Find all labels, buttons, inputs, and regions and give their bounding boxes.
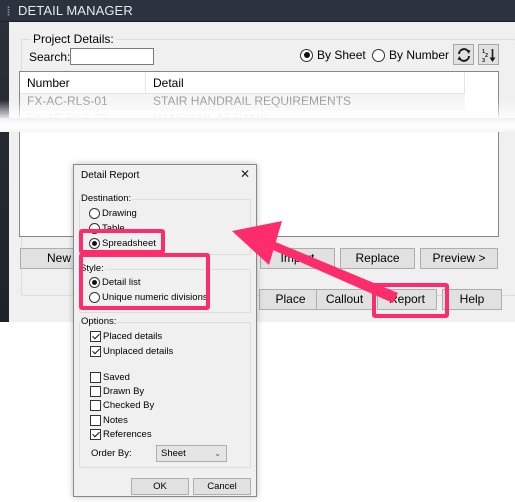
svg-text:2: 2 bbox=[485, 53, 488, 59]
radio-dot bbox=[89, 208, 100, 219]
checkbox-placed-details[interactable]: Placed details bbox=[90, 331, 162, 342]
checkbox-unchecked bbox=[90, 400, 101, 411]
radio-label: By Number bbox=[389, 48, 450, 62]
checkbox-drawn-by[interactable]: Drawn By bbox=[90, 386, 144, 397]
destination-label: Destination: bbox=[80, 193, 133, 204]
search-label: Search: bbox=[29, 50, 71, 64]
checkbox-unchecked bbox=[90, 386, 101, 397]
sort-numeric-icon: 1 2 3 bbox=[482, 48, 495, 63]
grip-handle-icon[interactable] bbox=[7, 6, 10, 16]
cancel-button[interactable]: Cancel bbox=[193, 478, 251, 495]
detail-report-dialog: Detail Report ✕ Destination: Drawing Tab… bbox=[73, 164, 257, 497]
radio-dot-selected bbox=[300, 48, 313, 62]
close-icon[interactable]: ✕ bbox=[240, 167, 250, 181]
radio-unique-numeric-divisions[interactable]: Unique numeric divisions bbox=[89, 292, 208, 303]
checkbox-references[interactable]: References bbox=[90, 429, 152, 440]
checkbox-label: Notes bbox=[103, 415, 128, 426]
list-header: Number Detail bbox=[20, 72, 465, 94]
checkbox-label: References bbox=[103, 429, 152, 440]
radio-by-number[interactable]: By Number bbox=[372, 48, 449, 62]
ok-button[interactable]: OK bbox=[131, 478, 189, 495]
chevron-down-icon: ⌄ bbox=[214, 449, 221, 458]
checkbox-unplaced-details[interactable]: Unplaced details bbox=[90, 346, 173, 357]
column-header-number[interactable]: Number bbox=[20, 72, 146, 94]
order-by-value: Sheet bbox=[161, 448, 186, 459]
options-label: Options: bbox=[80, 316, 118, 327]
radio-spreadsheet[interactable]: Spreadsheet bbox=[89, 238, 156, 249]
checkbox-label: Drawn By bbox=[103, 386, 145, 397]
radio-label: Detail list bbox=[102, 277, 141, 288]
radio-label: By Sheet bbox=[317, 48, 366, 62]
left-dock-strip bbox=[0, 22, 9, 322]
radio-detail-list[interactable]: Detail list bbox=[89, 277, 141, 288]
style-group bbox=[79, 269, 251, 313]
radio-label: Table bbox=[102, 223, 125, 234]
order-by-select[interactable]: Sheet ⌄ bbox=[156, 445, 227, 462]
style-label: Style: bbox=[79, 263, 105, 274]
refresh-icon bbox=[457, 47, 470, 62]
cell-detail: STAIR HANDRAIL REQUIREMENTS bbox=[153, 94, 352, 108]
sort-button[interactable]: 1 2 3 bbox=[478, 44, 499, 65]
order-by-label: Order By: bbox=[91, 448, 132, 459]
radio-dot-selected bbox=[89, 238, 100, 249]
radio-dot bbox=[372, 48, 385, 62]
checkbox-unchecked bbox=[90, 372, 101, 383]
radio-dot bbox=[89, 292, 100, 303]
checkbox-unchecked bbox=[90, 415, 101, 426]
cell-number: FX-AC-RLS-01 bbox=[27, 94, 108, 108]
dialog-title: Detail Report bbox=[81, 170, 140, 181]
torn-edge-divider bbox=[0, 118, 515, 132]
window-title: DETAIL MANAGER bbox=[18, 3, 133, 18]
refresh-button[interactable] bbox=[453, 44, 474, 65]
list-row[interactable]: FX-AC-RLS-01 STAIR HANDRAIL REQUIREMENTS bbox=[20, 94, 465, 111]
radio-label: Spreadsheet bbox=[102, 238, 156, 249]
checkbox-label: Checked By bbox=[103, 400, 155, 411]
checkbox-checked-by[interactable]: Checked By bbox=[90, 400, 154, 411]
checkbox-checked bbox=[90, 331, 101, 342]
report-button[interactable]: Report bbox=[377, 289, 437, 310]
place-button[interactable]: Place bbox=[259, 289, 322, 310]
callout-button[interactable]: Callout bbox=[316, 289, 373, 310]
radio-by-sheet[interactable]: By Sheet bbox=[300, 48, 366, 62]
checkbox-checked bbox=[90, 346, 101, 357]
replace-button[interactable]: Replace bbox=[340, 248, 415, 269]
preview-button[interactable]: Preview > bbox=[420, 248, 498, 269]
checkbox-checked bbox=[90, 429, 101, 440]
radio-table[interactable]: Table bbox=[89, 223, 125, 234]
checkbox-label: Placed details bbox=[103, 331, 163, 342]
svg-text:3: 3 bbox=[482, 58, 485, 63]
search-input[interactable] bbox=[70, 48, 154, 65]
checkbox-label: Unplaced details bbox=[103, 346, 174, 357]
radio-label: Unique numeric divisions bbox=[102, 292, 208, 303]
radio-dot bbox=[89, 223, 100, 234]
column-header-detail[interactable]: Detail bbox=[146, 72, 465, 94]
checkbox-saved[interactable]: Saved bbox=[90, 372, 130, 383]
help-button[interactable]: Help bbox=[442, 289, 502, 310]
checkbox-label: Saved bbox=[103, 372, 130, 383]
radio-dot-selected bbox=[89, 277, 100, 288]
checkbox-notes[interactable]: Notes bbox=[90, 415, 128, 426]
project-details-label: Project Details: bbox=[31, 32, 116, 46]
radio-drawing[interactable]: Drawing bbox=[89, 208, 137, 219]
import-button[interactable]: Import bbox=[260, 248, 335, 269]
title-bar[interactable]: DETAIL MANAGER bbox=[0, 0, 515, 22]
radio-label: Drawing bbox=[102, 208, 137, 219]
